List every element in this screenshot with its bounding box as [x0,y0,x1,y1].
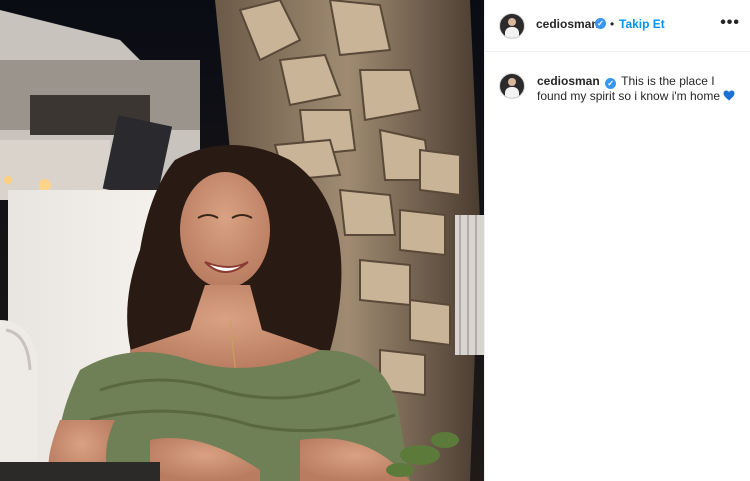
header-username[interactable]: cediosman [536,17,599,31]
caption-username[interactable]: cediosman [537,74,600,88]
post-header: cediosman ✓ • Takip Et ••• [485,0,750,52]
caption-avatar[interactable] [499,73,525,99]
more-options-icon[interactable]: ••• [720,14,740,32]
post-photo[interactable] [0,0,484,481]
follow-button[interactable]: Takip Et [619,17,665,31]
avatar[interactable] [499,13,525,39]
post-side-panel: cediosman ✓ • Takip Et ••• cediosman ✓ T… [484,0,750,481]
post-caption: cediosman ✓ This is the place I found my… [537,74,743,104]
verified-badge-icon: ✓ [595,18,606,29]
blue-heart-icon [723,90,735,101]
caption-verified-badge-icon: ✓ [605,78,617,89]
header-separator: • [610,17,615,31]
photo-image [0,0,484,481]
